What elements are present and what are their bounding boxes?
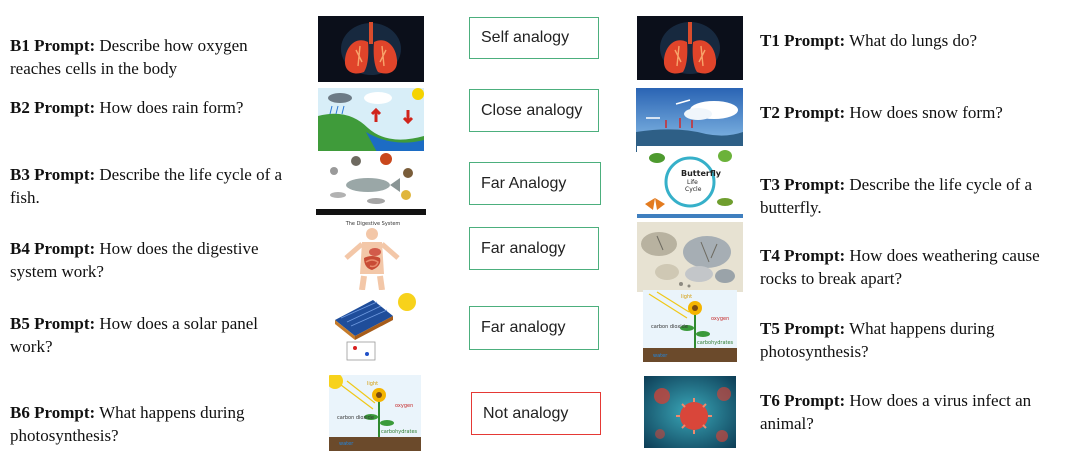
analogy-tag-1: Self analogy [469, 17, 599, 59]
fish-life-cycle-image-b3 [316, 151, 426, 215]
prompt-label: B5 Prompt: [10, 314, 96, 333]
photosynthesis-image-t5: light oxygen carbon dioxide carbohydrate… [643, 290, 737, 362]
solar-panel-image-b5 [329, 290, 421, 362]
rain-cycle-image-b2 [318, 88, 424, 154]
target-prompt-t3: T3 Prompt: Describe the life cycle of a … [760, 173, 1060, 219]
butterfly-life-cycle-image-t3: Butterfly Life Cycle [637, 146, 743, 218]
prompt-text: How does rain form? [99, 98, 244, 117]
image-label: light [681, 294, 692, 300]
snow-formation-image-t2 [636, 88, 743, 152]
photosynthesis-icon: light oxygen carbon dioxide carbohydrate… [643, 290, 737, 362]
virus-icon [644, 376, 736, 448]
target-prompt-t4: T4 Prompt: How does weathering cause roc… [760, 244, 1073, 290]
base-prompt-b5: B5 Prompt: How does a solar panel work? [10, 312, 300, 358]
photosynthesis-image-b6: light oxygen carbon dioxide carbohydrate… [329, 375, 421, 451]
fish-life-cycle-icon [316, 151, 426, 215]
base-prompt-b3: B3 Prompt: Describe the life cycle of a … [10, 163, 305, 209]
image-label: water [653, 353, 668, 359]
lungs-icon [318, 16, 424, 82]
analogy-tag-4: Far analogy [469, 227, 599, 270]
prompt-label: T4 Prompt: [760, 246, 846, 265]
analogy-label: Far analogy [481, 239, 566, 257]
base-prompt-b1: B1 Prompt: Describe how oxygen reaches c… [10, 34, 300, 80]
prompt-label: T3 Prompt: [760, 175, 846, 194]
prompt-label: B6 Prompt: [10, 403, 96, 422]
weathering-rocks-icon [637, 222, 743, 292]
target-prompt-t6: T6 Prompt: How does a virus infect an an… [760, 389, 1060, 435]
analogy-label: Close analogy [481, 101, 583, 119]
analogy-label: Far analogy [481, 319, 566, 336]
analogy-tag-5: Far analogy [469, 306, 599, 350]
image-label: oxygen [711, 316, 729, 322]
image-label: Butterfly [681, 169, 722, 178]
image-label: oxygen [395, 403, 413, 409]
lungs-icon [637, 16, 743, 80]
image-label: carbon dioxide [651, 324, 688, 330]
digestive-system-icon: The Digestive System [322, 218, 424, 290]
photosynthesis-icon: light oxygen carbon dioxide carbohydrate… [329, 375, 421, 451]
base-prompt-b6: B6 Prompt: What happens during photosynt… [10, 401, 300, 447]
digestive-system-image-b4: The Digestive System [322, 218, 424, 290]
prompt-label: B3 Prompt: [10, 165, 96, 184]
lungs-image-t1 [637, 16, 743, 80]
lungs-image-b1 [318, 16, 424, 82]
virus-image-t6 [644, 376, 736, 448]
image-caption: The Digestive System [345, 221, 401, 227]
prompt-text: How does snow form? [849, 103, 1003, 122]
target-prompt-t5: T5 Prompt: What happens during photosynt… [760, 317, 1050, 363]
weathering-rocks-image-t4 [637, 222, 743, 292]
analogy-label: Not analogy [483, 404, 569, 422]
target-prompt-t2: T2 Prompt: How does snow form? [760, 101, 1065, 124]
analogy-tag-6: Not analogy [471, 392, 601, 435]
analogy-tag-3: Far Analogy [469, 162, 601, 205]
prompt-label: T5 Prompt: [760, 319, 846, 338]
prompt-label: B2 Prompt: [10, 98, 96, 117]
image-label: water [339, 441, 354, 447]
prompt-label: B4 Prompt: [10, 239, 96, 258]
butterfly-life-cycle-icon: Butterfly Life Cycle [637, 146, 743, 218]
image-label: carbohydrates [697, 340, 734, 346]
image-label: carbon dioxide [337, 415, 374, 421]
image-label: carbohydrates [381, 429, 418, 435]
base-prompt-b4: B4 Prompt: How does the digestive system… [10, 237, 300, 283]
rain-cycle-icon [318, 88, 424, 154]
snow-formation-icon [636, 88, 743, 152]
prompt-label: T6 Prompt: [760, 391, 846, 410]
solar-panel-icon [329, 290, 421, 362]
prompt-text: What do lungs do? [849, 31, 978, 50]
prompt-label: T1 Prompt: [760, 31, 846, 50]
image-label: Life [687, 179, 698, 186]
analogy-label: Far Analogy [481, 174, 567, 192]
image-label: light [367, 381, 378, 387]
base-prompt-b2: B2 Prompt: How does rain form? [10, 96, 300, 119]
analogy-tag-2: Close analogy [469, 89, 599, 132]
image-label: Cycle [685, 186, 702, 193]
analogy-label: Self analogy [481, 29, 570, 46]
prompt-label: T2 Prompt: [760, 103, 846, 122]
prompt-label: B1 Prompt: [10, 36, 96, 55]
target-prompt-t1: T1 Prompt: What do lungs do? [760, 29, 1065, 52]
